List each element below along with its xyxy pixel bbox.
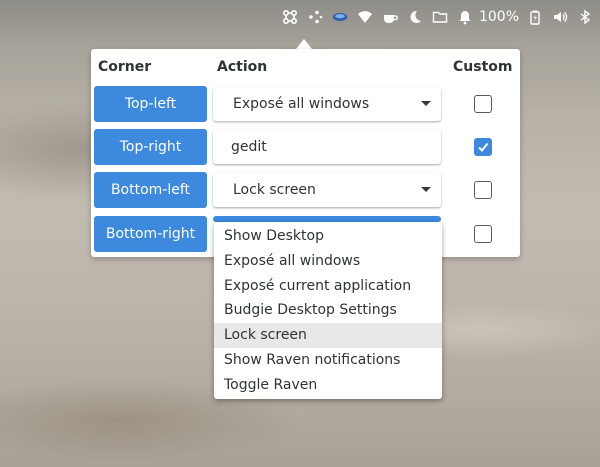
menu-item-budgie-desktop-settings[interactable]: Budgie Desktop Settings (214, 298, 442, 323)
bottom-left-corner-button[interactable]: Bottom-left (94, 172, 207, 208)
dropdown-arrow-icon (421, 101, 431, 106)
bottom-left-action-select[interactable]: Lock screen (213, 173, 441, 207)
wifi-icon[interactable] (356, 8, 374, 26)
top-panel: 100% (0, 0, 600, 33)
menu-item-show-desktop[interactable]: Show Desktop (214, 224, 442, 249)
bottom-left-custom-checkbox[interactable] (474, 181, 492, 199)
night-light-moon-icon[interactable] (406, 8, 424, 26)
budgie-menu-icon[interactable] (281, 8, 299, 26)
menu-item-toggle-raven[interactable]: Toggle Raven (214, 373, 442, 398)
action-column-header: Action (217, 59, 268, 75)
bottom-right-custom-checkbox[interactable] (474, 225, 492, 243)
checkmark-icon (478, 142, 489, 153)
notification-bell-icon[interactable] (456, 8, 474, 26)
action-dropdown-menu: Show Desktop Exposé all windows Exposé c… (214, 222, 442, 399)
select-value: Lock screen (233, 182, 316, 198)
menu-item-show-raven-notifications[interactable]: Show Raven notifications (214, 348, 442, 373)
menu-item-expose-all-windows[interactable]: Exposé all windows (214, 249, 442, 274)
top-right-custom-checkbox[interactable] (474, 138, 492, 156)
volume-icon[interactable] (551, 8, 569, 26)
folder-icon[interactable] (431, 8, 449, 26)
raven-dots-icon[interactable] (306, 8, 324, 26)
network-app-icon[interactable] (331, 8, 349, 26)
battery-percentage: 100% (478, 8, 519, 25)
dropdown-arrow-icon (421, 187, 431, 192)
top-left-action-select[interactable]: Exposé all windows (213, 87, 441, 121)
top-right-custom-command-input[interactable]: gedit (213, 130, 441, 164)
custom-column-header: Custom (453, 59, 513, 75)
select-value: Exposé all windows (233, 96, 370, 112)
corner-column-header: Corner (98, 59, 152, 75)
popover-caret (296, 39, 312, 49)
bluetooth-icon[interactable] (576, 8, 594, 26)
top-left-custom-checkbox[interactable] (474, 95, 492, 113)
menu-item-lock-screen[interactable]: Lock screen (214, 323, 442, 348)
battery-icon[interactable] (526, 8, 544, 26)
menu-item-expose-current-application[interactable]: Exposé current application (214, 274, 442, 299)
top-left-corner-button[interactable]: Top-left (94, 86, 207, 122)
bottom-right-corner-button[interactable]: Bottom-right (94, 216, 207, 252)
top-right-corner-button[interactable]: Top-right (94, 129, 207, 165)
caffeine-cup-icon[interactable] (381, 8, 399, 26)
